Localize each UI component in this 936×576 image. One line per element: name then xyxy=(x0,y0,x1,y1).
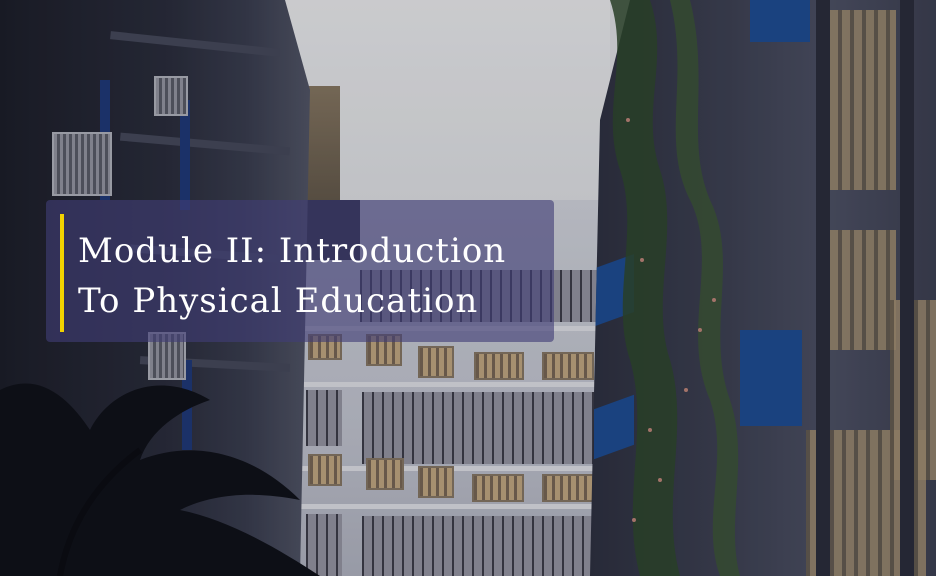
hanging-vines xyxy=(610,0,740,576)
page-title: Module II: Introduction To Physical Educ… xyxy=(78,226,548,326)
accent-bar xyxy=(60,214,64,332)
title-banner: Module II: Introduction To Physical Educ… xyxy=(46,200,554,342)
title-line-2: To Physical Education xyxy=(78,281,479,321)
palm-tree-silhouette xyxy=(0,383,320,576)
hero-banner: Module II: Introduction To Physical Educ… xyxy=(0,0,936,576)
title-line-1: Module II: Introduction xyxy=(78,231,507,271)
